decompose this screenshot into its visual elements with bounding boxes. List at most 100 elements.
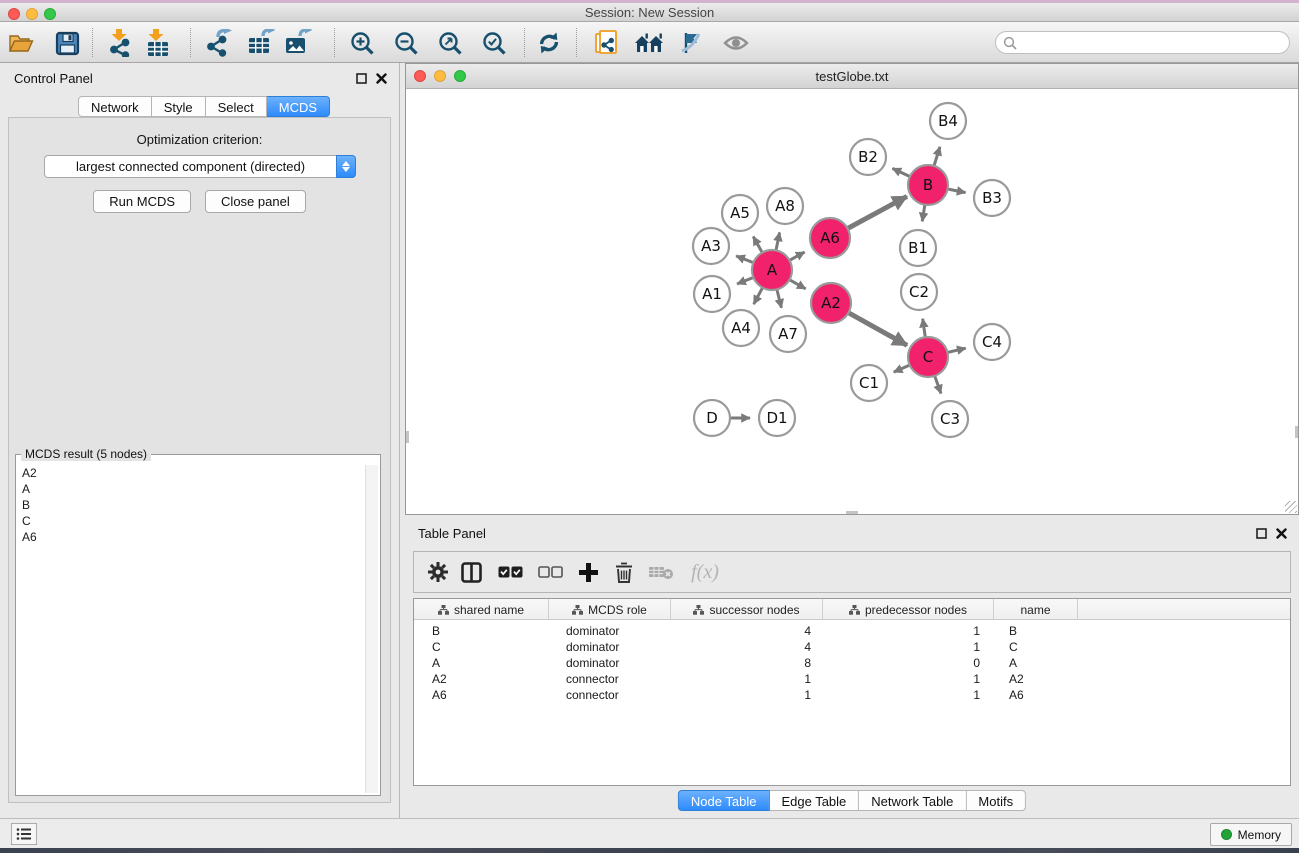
tab-mcds[interactable]: MCDS: [267, 96, 330, 117]
table-row[interactable]: B dominator 4 1 B: [414, 623, 1290, 639]
zoom-out-button[interactable]: [389, 26, 423, 60]
node-A1[interactable]: A1: [694, 276, 730, 312]
resize-grip[interactable]: [1285, 501, 1297, 513]
node-A2[interactable]: A2: [811, 283, 851, 323]
cell-mcds-role[interactable]: dominator: [549, 655, 671, 671]
list-item[interactable]: B: [22, 497, 364, 513]
cell-successor-nodes[interactable]: 1: [671, 687, 823, 703]
column-header-predecessor-nodes[interactable]: predecessor nodes: [823, 599, 994, 620]
node-C[interactable]: C: [908, 337, 948, 377]
node-C2[interactable]: C2: [901, 274, 937, 310]
tab-network-table[interactable]: Network Table: [859, 790, 966, 811]
list-scrollbar[interactable]: [365, 465, 378, 793]
cell-predecessor-nodes[interactable]: 0: [823, 655, 994, 671]
cell-predecessor-nodes[interactable]: 1: [823, 639, 994, 655]
node-D[interactable]: D: [694, 400, 730, 436]
criterion-dropdown[interactable]: largest connected component (directed): [44, 155, 356, 178]
toolbar-search[interactable]: [995, 31, 1290, 54]
deselect-all-button[interactable]: [533, 552, 567, 592]
table-row[interactable]: C dominator 4 1 C: [414, 639, 1290, 655]
node-B[interactable]: B: [908, 165, 948, 205]
node-A4[interactable]: A4: [723, 310, 759, 346]
cell-name[interactable]: A2: [994, 671, 1078, 687]
cell-mcds-role[interactable]: connector: [549, 687, 671, 703]
cell-name[interactable]: A6: [994, 687, 1078, 703]
node-B3[interactable]: B3: [974, 180, 1010, 216]
list-item[interactable]: A: [22, 481, 364, 497]
float-panel-icon[interactable]: [1256, 528, 1267, 539]
zoom-selected-button[interactable]: [477, 26, 511, 60]
select-all-button[interactable]: [493, 552, 527, 592]
open-session-button[interactable]: [4, 26, 38, 60]
close-panel-icon[interactable]: [1276, 528, 1287, 539]
tab-select[interactable]: Select: [206, 96, 267, 117]
tab-edge-table[interactable]: Edge Table: [769, 790, 859, 811]
cell-predecessor-nodes[interactable]: 1: [823, 687, 994, 703]
table-row[interactable]: A6 connector 1 1 A6: [414, 687, 1290, 703]
export-table-button[interactable]: [244, 26, 278, 60]
memory-button[interactable]: Memory: [1210, 823, 1292, 846]
column-header-successor-nodes[interactable]: successor nodes: [671, 599, 823, 620]
cell-predecessor-nodes[interactable]: 1: [823, 623, 994, 639]
tab-motifs[interactable]: Motifs: [966, 790, 1026, 811]
function-builder-button[interactable]: f(x): [683, 552, 727, 592]
zoom-fit-button[interactable]: [433, 26, 467, 60]
column-header-name[interactable]: name: [994, 599, 1078, 620]
node-A3[interactable]: A3: [693, 228, 729, 264]
node-C4[interactable]: C4: [974, 324, 1010, 360]
cell-shared-name[interactable]: C: [414, 639, 549, 655]
add-column-button[interactable]: [571, 552, 605, 592]
refresh-button[interactable]: [532, 26, 566, 60]
save-session-button[interactable]: [50, 26, 84, 60]
column-header-shared-name[interactable]: shared name: [414, 599, 549, 620]
node-B2[interactable]: B2: [850, 139, 886, 175]
node-C1[interactable]: C1: [851, 365, 887, 401]
cell-successor-nodes[interactable]: 4: [671, 639, 823, 655]
task-history-button[interactable]: [11, 823, 37, 845]
close-panel-icon[interactable]: [376, 73, 387, 84]
float-panel-icon[interactable]: [356, 73, 367, 84]
cell-predecessor-nodes[interactable]: 1: [823, 671, 994, 687]
mcds-result-list[interactable]: A2 A B C A6: [18, 465, 364, 793]
node-A[interactable]: A: [752, 250, 792, 290]
node-A7[interactable]: A7: [770, 316, 806, 352]
close-panel-button[interactable]: Close panel: [205, 190, 306, 213]
show-graphics-button[interactable]: [719, 26, 753, 60]
cell-name[interactable]: A: [994, 655, 1078, 671]
table-row[interactable]: A2 connector 1 1 A2: [414, 671, 1290, 687]
tab-node-table[interactable]: Node Table: [678, 790, 770, 811]
cell-successor-nodes[interactable]: 1: [671, 671, 823, 687]
cell-successor-nodes[interactable]: 8: [671, 655, 823, 671]
node-B1[interactable]: B1: [900, 230, 936, 266]
cell-mcds-role[interactable]: dominator: [549, 623, 671, 639]
node-B4[interactable]: B4: [930, 103, 966, 139]
cell-mcds-role[interactable]: dominator: [549, 639, 671, 655]
cell-mcds-role[interactable]: connector: [549, 671, 671, 687]
tab-network[interactable]: Network: [78, 96, 152, 117]
delete-table-button[interactable]: [644, 552, 678, 592]
cell-shared-name[interactable]: B: [414, 623, 549, 639]
table-row[interactable]: A dominator 8 0 A: [414, 655, 1290, 671]
cell-name[interactable]: C: [994, 639, 1078, 655]
node-A6[interactable]: A6: [810, 218, 850, 258]
hide-flag-button[interactable]: [674, 26, 708, 60]
cell-shared-name[interactable]: A6: [414, 687, 549, 703]
node-A8[interactable]: A8: [767, 188, 803, 224]
delete-column-button[interactable]: [607, 552, 641, 592]
node-A5[interactable]: A5: [722, 195, 758, 231]
list-item[interactable]: A2: [22, 465, 364, 481]
export-network-button[interactable]: [202, 26, 236, 60]
cell-shared-name[interactable]: A2: [414, 671, 549, 687]
node-C3[interactable]: C3: [932, 401, 968, 437]
network-window-titlebar[interactable]: testGlobe.txt: [406, 64, 1298, 89]
show-columns-button[interactable]: [454, 552, 488, 592]
cell-successor-nodes[interactable]: 4: [671, 623, 823, 639]
tab-style[interactable]: Style: [152, 96, 206, 117]
cell-name[interactable]: B: [994, 623, 1078, 639]
home-view-button[interactable]: [632, 26, 666, 60]
run-mcds-button[interactable]: Run MCDS: [93, 190, 191, 213]
import-table-button[interactable]: [141, 26, 175, 60]
import-network-button[interactable]: [104, 26, 138, 60]
session-snapshot-button[interactable]: [589, 26, 623, 60]
network-canvas[interactable]: AA1A2A3A4A5A6A7A8BB1B2B3B4CC1C2C3C4DD1: [406, 89, 1298, 514]
